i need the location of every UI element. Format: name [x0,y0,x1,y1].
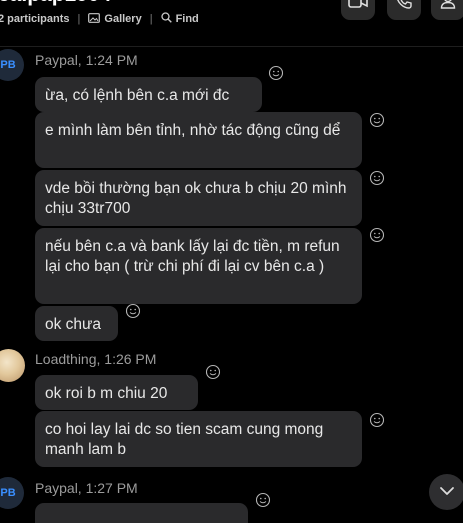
smiley-icon[interactable] [268,65,284,81]
message-bubble[interactable]: e mình làm bên tỉnh, nhờ tác động cũng d… [35,112,362,168]
smiley-icon[interactable] [125,303,141,319]
message-bubble[interactable]: ok roi b m chiu 20 [35,375,198,410]
find-link[interactable]: Find [160,12,199,26]
scroll-to-bottom-button[interactable] [429,474,463,510]
audio-call-button[interactable] [387,0,421,20]
phone-icon [396,0,412,14]
gallery-link[interactable]: Gallery [88,12,142,26]
chat-subbar: 2 participants | Gallery | Find [0,12,199,26]
add-people-icon [440,0,456,14]
chat-title[interactable]: caipap1904 [0,0,111,7]
video-call-button[interactable] [341,0,375,20]
search-icon [160,12,172,26]
message-bubble[interactable]: co hoi lay lai dc so tien scam cung mong… [35,411,362,467]
avatar[interactable]: PB [0,477,24,509]
smiley-icon[interactable] [369,412,385,428]
gallery-label: Gallery [104,13,142,25]
separator: | [149,13,153,25]
avatar[interactable]: PB [0,49,24,81]
sender-name-time: Paypal, 1:27 PM [35,480,138,496]
message-bubble[interactable]: nếu bên c.a và bank lấy lại đc tiền, m r… [35,228,362,304]
message-bubble[interactable]: ừa, có lệnh bên c.a mới đc [35,77,262,112]
separator: | [77,13,81,25]
message-list[interactable]: PB Paypal, 1:24 PM ừa, có lệnh bên c.a m… [0,47,463,523]
smiley-icon[interactable] [255,492,271,508]
find-label: Find [175,13,199,25]
avatar[interactable] [0,349,25,382]
add-people-button[interactable] [431,0,463,20]
message-bubble[interactable]: vde bồi thường bạn ok chưa b chịu 20 mìn… [35,170,362,226]
chevron-down-icon [439,483,455,501]
smiley-icon[interactable] [369,170,385,186]
chat-header: caipap1904 2 participants | Gallery | Fi… [0,0,463,47]
message-bubble[interactable]: ok chưa [35,306,118,341]
sender-name-time: Loadthing, 1:26 PM [35,351,157,367]
sender-name-time: Paypal, 1:24 PM [35,52,138,68]
smiley-icon[interactable] [205,364,221,380]
message-bubble-partial[interactable] [35,503,248,523]
smiley-icon[interactable] [369,112,385,128]
smiley-icon[interactable] [369,227,385,243]
gallery-icon [88,12,101,26]
participants-link[interactable]: 2 participants [0,13,70,25]
video-camera-icon [348,0,368,13]
